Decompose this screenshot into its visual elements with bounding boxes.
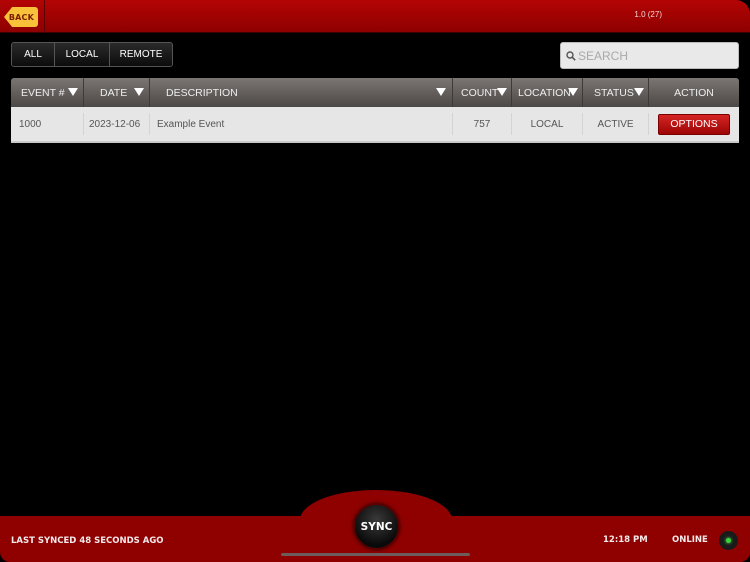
- cell-action: OPTIONS: [649, 113, 739, 135]
- sort-arrow-icon[interactable]: [68, 88, 78, 96]
- cell-date: 2023-12-06: [84, 113, 150, 135]
- options-button[interactable]: OPTIONS: [658, 113, 730, 135]
- column-header-location[interactable]: LOCATION: [512, 78, 583, 107]
- connection-status-indicator: [719, 531, 738, 550]
- cell-location: LOCAL: [512, 113, 583, 135]
- top-bar: BACK 1.0 (27): [0, 0, 750, 33]
- column-header-event[interactable]: EVENT #: [11, 78, 84, 107]
- search-icon: [566, 46, 576, 65]
- column-label: ACTION: [674, 86, 714, 99]
- column-label: DATE: [100, 86, 128, 99]
- column-label: COUNT: [461, 86, 499, 99]
- sort-arrow-icon[interactable]: [436, 88, 446, 96]
- table-row[interactable]: 1000 2023-12-06 Example Event 757 LOCAL …: [11, 107, 739, 143]
- back-button[interactable]: BACK: [4, 7, 38, 27]
- clock-label: 12:18 PM: [603, 535, 648, 545]
- last-synced-label: LAST SYNCED 48 SECONDS AGO: [11, 536, 164, 546]
- filter-remote-button[interactable]: REMOTE: [110, 43, 172, 66]
- sort-arrow-icon[interactable]: [497, 88, 507, 96]
- events-table: EVENT # DATE DESCRIPTION COUNT LOCATION …: [11, 78, 739, 143]
- cell-count: 757: [453, 113, 512, 135]
- sort-arrow-icon[interactable]: [134, 88, 144, 96]
- cell-status: ACTIVE: [583, 113, 649, 135]
- filter-segmented-control: ALL LOCAL REMOTE: [11, 42, 173, 67]
- filter-all-button[interactable]: ALL: [12, 43, 55, 66]
- sort-arrow-icon[interactable]: [568, 88, 578, 96]
- column-header-status[interactable]: STATUS: [583, 78, 649, 107]
- cell-event: 1000: [11, 113, 84, 135]
- column-label: DESCRIPTION: [166, 86, 238, 99]
- table-header: EVENT # DATE DESCRIPTION COUNT LOCATION …: [11, 78, 739, 107]
- column-label: LOCATION: [518, 86, 571, 99]
- search-box[interactable]: [560, 42, 739, 69]
- status-led-icon: [726, 538, 731, 543]
- search-input[interactable]: [578, 48, 733, 63]
- column-header-date[interactable]: DATE: [84, 78, 150, 107]
- sort-arrow-icon[interactable]: [634, 88, 644, 96]
- sync-button[interactable]: SYNC: [353, 503, 400, 550]
- top-bar-divider: [44, 0, 45, 33]
- version-label: 1.0 (27): [634, 10, 662, 19]
- connection-status-label: ONLINE: [672, 535, 708, 545]
- column-header-action: ACTION: [649, 78, 739, 107]
- column-label: STATUS: [594, 86, 634, 99]
- column-label: EVENT #: [21, 86, 65, 99]
- column-header-description[interactable]: DESCRIPTION: [150, 78, 453, 107]
- filter-local-button[interactable]: LOCAL: [55, 43, 110, 66]
- column-header-count[interactable]: COUNT: [453, 78, 512, 107]
- cell-description: Example Event: [150, 113, 453, 135]
- home-indicator[interactable]: [281, 553, 470, 556]
